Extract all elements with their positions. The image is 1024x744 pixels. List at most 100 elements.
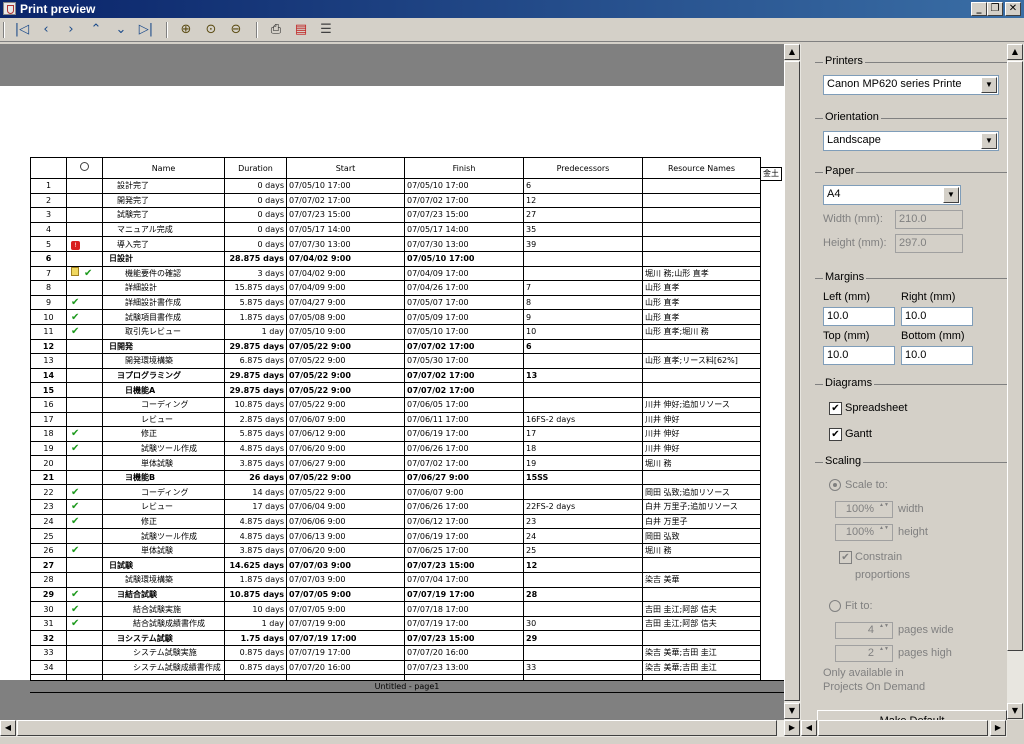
cell-resource-names — [642, 586, 761, 603]
zoom-reset-icon[interactable]: ⊙ — [201, 21, 221, 39]
cell-resource-names: 堀川 務 — [642, 455, 761, 471]
scale-to-radio[interactable] — [829, 479, 841, 491]
cell-indicator — [66, 659, 103, 676]
paper-group: Paper A4 ▼ Width (mm): 210.0 Height (mm)… — [815, 165, 1007, 272]
scroll-down-icon[interactable]: ▼ — [1007, 703, 1023, 719]
close-button[interactable]: ✕ — [1005, 2, 1021, 16]
cell-name: 試験環境構築 — [102, 572, 225, 588]
cell-duration: 2.875 days — [224, 411, 287, 428]
print-icon[interactable]: ⎙ — [266, 21, 286, 39]
cell-id: 10 — [30, 309, 67, 325]
chevron-down-icon[interactable]: ▼ — [981, 133, 997, 149]
table-row: 19 ✔ 試験ツール作成 4.875 days 07/06/20 9:00 07/06/2… — [30, 440, 761, 457]
cell-start: 07/07/20 16:00 — [286, 659, 405, 676]
cell-predecessors: 29 — [523, 630, 643, 646]
settings-icon[interactable]: ☰ — [316, 21, 336, 39]
cell-resource-names: 染吉 美華;吉田 圭江 — [642, 659, 761, 676]
next-icon[interactable]: › — [61, 21, 81, 39]
bottom-margin-field[interactable]: 10.0 — [901, 346, 973, 365]
pdf-icon[interactable]: ▤ — [291, 21, 311, 39]
fit-to-radio — [829, 600, 841, 612]
table-row: 21 ヨ機能B 26 days 07/05/22 9:00 07/06/27 9:00 1… — [30, 469, 761, 486]
cell-resource-names — [642, 207, 761, 223]
cell-start: 07/05/10 9:00 — [286, 323, 405, 340]
scroll-thumb[interactable] — [818, 720, 988, 736]
cell-id: 29 — [30, 586, 67, 603]
page-down-icon[interactable]: ⌄ — [111, 21, 131, 39]
cell-duration: 10.875 days — [224, 396, 287, 413]
gantt-checkbox[interactable]: ✔ — [829, 428, 842, 441]
page-up-icon[interactable]: ⌃ — [86, 21, 106, 39]
scroll-left-icon[interactable]: ◀ — [801, 720, 817, 736]
cell-duration: 0 days — [224, 236, 287, 252]
cell-resource-names — [642, 178, 761, 194]
cell-finish: 07/06/05 17:00 — [404, 396, 524, 413]
cell-duration: 1 day — [224, 615, 287, 632]
printer-select[interactable]: Canon MP620 series Printe ▼ — [823, 75, 999, 95]
preview-vertical-scrollbar[interactable]: ▲ ▼ — [784, 44, 801, 720]
table-row: 10 ✔ 試験項目書作成 1.875 days 07/05/08 9:00 07/05/0… — [30, 309, 761, 325]
minimize-button[interactable]: _ — [971, 2, 987, 16]
scroll-up-icon[interactable]: ▲ — [784, 44, 800, 60]
panel-vertical-scrollbar[interactable]: ▲ ▼ — [1007, 44, 1024, 720]
cell-id: 32 — [30, 630, 67, 646]
make-default-button[interactable]: Make Default — [817, 710, 1007, 720]
table-row: 27 日試験 14.625 days 07/07/03 9:00 07/07/23 15… — [30, 557, 761, 574]
orientation-select[interactable]: Landscape ▼ — [823, 131, 999, 151]
last-page-icon[interactable]: ▷| — [136, 21, 156, 39]
cell-name: 開発完了 — [102, 192, 225, 209]
cell-id: 9 — [30, 294, 67, 311]
cell-resource-names — [642, 236, 761, 252]
table-row: 26 ✔ 単体試験 3.875 days 07/06/20 9:00 07/06/25 1… — [30, 542, 761, 559]
scroll-thumb[interactable] — [17, 720, 777, 736]
cell-name: 日機能A — [102, 382, 225, 398]
scroll-right-icon[interactable]: ▶ — [990, 720, 1006, 736]
scroll-left-icon[interactable]: ◀ — [0, 720, 16, 736]
zoom-out-icon[interactable]: ⊖ — [226, 21, 246, 39]
toolbar: |◁ ‹ › ⌃ ⌄ ▷| ⊕ ⊙ ⊖ ⎙ ▤ ☰ — [0, 18, 1024, 42]
cell-predecessors — [523, 396, 643, 413]
cell-id: 22 — [30, 484, 67, 501]
scroll-up-icon[interactable]: ▲ — [1007, 44, 1023, 60]
top-margin-field[interactable]: 10.0 — [823, 346, 895, 365]
cell-predecessors: 33 — [523, 659, 643, 676]
cell-name: 試験ツール作成 — [102, 528, 225, 544]
previous-icon[interactable]: ‹ — [36, 21, 56, 39]
paper-title: Paper — [823, 165, 857, 177]
cell-resource-names: 染吉 美華 — [642, 572, 761, 588]
chevron-down-icon[interactable]: ▼ — [943, 187, 959, 203]
cell-indicator — [66, 280, 103, 296]
zoom-in-icon[interactable]: ⊕ — [176, 21, 196, 39]
table-row: 22 ✔ コーディング 14 days 07/05/22 9:00 07/06/07 9:… — [30, 484, 761, 501]
scroll-thumb[interactable] — [1007, 61, 1023, 651]
table-row: 13 開発環境構築 6.875 days 07/05/22 9:00 07/05/30 … — [30, 353, 761, 369]
cell-id: 27 — [30, 557, 67, 574]
cell-start: 07/05/22 9:00 — [286, 396, 405, 413]
chevron-down-icon[interactable]: ▼ — [981, 77, 997, 93]
cell-predecessors — [523, 353, 643, 369]
left-margin-field[interactable]: 10.0 — [823, 307, 895, 326]
right-margin-field[interactable]: 10.0 — [901, 307, 973, 326]
cell-duration: 0 days — [224, 221, 287, 238]
scroll-right-icon[interactable]: ▶ — [784, 720, 800, 736]
scroll-thumb[interactable] — [784, 61, 800, 701]
first-page-icon[interactable]: |◁ — [12, 21, 32, 39]
cell-indicator: ✔ — [66, 542, 103, 559]
paper-select[interactable]: A4 ▼ — [823, 185, 961, 205]
cell-predecessors — [523, 601, 643, 617]
cell-start: 07/05/17 14:00 — [286, 221, 405, 238]
footer-divider — [30, 680, 784, 681]
cell-name: 日開発 — [102, 338, 225, 355]
cell-id: 4 — [30, 221, 67, 238]
horizontal-scrollbar[interactable]: ◀ ▶ ◀ ▶ — [0, 720, 1007, 737]
cell-finish: 07/06/12 17:00 — [404, 513, 524, 530]
col-header-name: Name — [102, 157, 225, 179]
spreadsheet-checkbox[interactable]: ✔ — [829, 402, 842, 415]
cell-finish: 07/05/10 17:00 — [404, 250, 524, 267]
table-row: 14 ヨプログラミング 29.875 days 07/05/22 9:00 07/07/… — [30, 367, 761, 384]
table-row: 17 レビュー 2.875 days 07/06/07 9:00 07/06/11 17… — [30, 411, 761, 428]
scroll-down-icon[interactable]: ▼ — [784, 703, 800, 719]
cell-duration: 10.875 days — [224, 586, 287, 603]
cell-finish: 07/05/07 17:00 — [404, 294, 524, 311]
maximize-button[interactable]: ❐ — [987, 2, 1003, 16]
